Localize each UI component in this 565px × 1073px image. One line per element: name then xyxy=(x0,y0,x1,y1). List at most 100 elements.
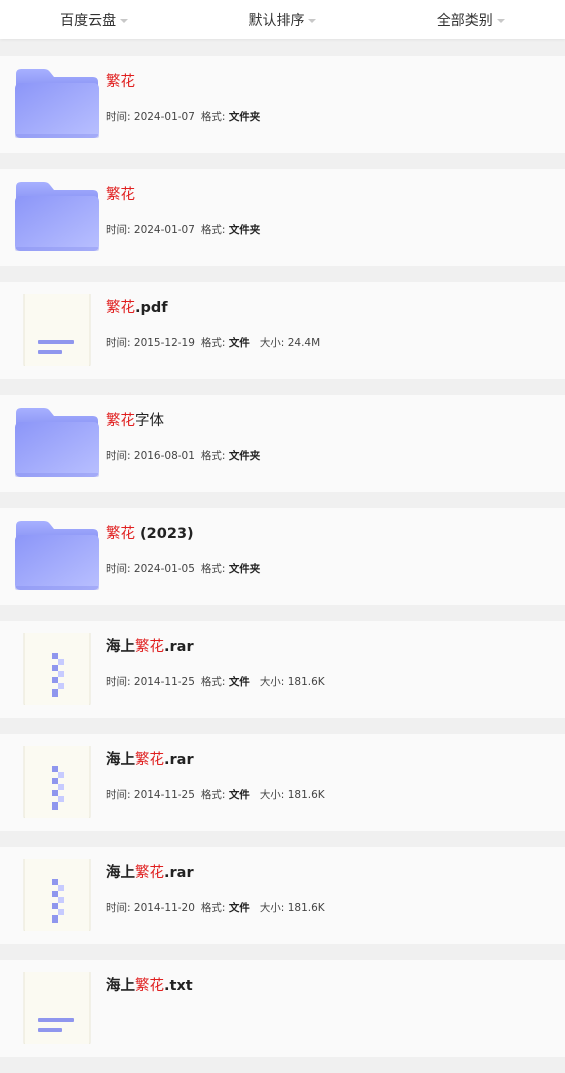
document-icon xyxy=(14,294,100,366)
size-value: 24.4M xyxy=(287,337,321,349)
folder-icon xyxy=(14,407,100,479)
time-label: 时间: xyxy=(106,224,134,236)
result-item[interactable]: 海上繁花.rar 时间: 2014-11-25 格式: 文件 大小: 181.6K xyxy=(0,621,565,718)
title-highlight: 繁花 xyxy=(135,639,164,655)
result-meta: 时间: 2014-11-25 格式: 文件 大小: 181.6K xyxy=(106,787,325,802)
result-meta: 时间: 2016-08-01 格式: 文件夹 xyxy=(106,448,260,463)
filter-source-label: 百度云盘 xyxy=(60,12,117,29)
format-label: 格式: xyxy=(200,902,229,914)
title-suffix: .pdf xyxy=(135,300,168,316)
caret-down-icon xyxy=(308,18,317,23)
title-highlight: 繁花 xyxy=(106,413,135,429)
result-list: 繁花 时间: 2024-01-07 格式: 文件夹 繁花 时间: 2024-01-07 格… xyxy=(0,56,565,1073)
time-value: 2024-01-07 xyxy=(133,224,195,236)
title-suffix: .rar xyxy=(164,639,194,655)
title-highlight: 繁花 xyxy=(106,526,135,542)
title-highlight: 繁花 xyxy=(135,752,164,768)
archive-icon xyxy=(14,746,100,818)
result-meta: 时间: 2014-11-20 格式: 文件 大小: 181.6K xyxy=(106,900,325,915)
format-label: 格式: xyxy=(200,224,229,236)
format-value: 文件 xyxy=(228,676,250,688)
format-value: 文件 xyxy=(228,789,250,801)
archive-icon xyxy=(14,633,100,705)
title-suffix: .rar xyxy=(164,865,194,881)
title-prefix: 海上 xyxy=(106,639,135,655)
title-highlight: 繁花 xyxy=(106,187,135,203)
time-value: 2024-01-07 xyxy=(133,111,195,123)
result-item[interactable]: 繁花.pdf 时间: 2015-12-19 格式: 文件 大小: 24.4M xyxy=(0,282,565,379)
time-label: 时间: xyxy=(106,337,134,349)
size-value: 181.6K xyxy=(287,789,325,801)
document-icon xyxy=(14,972,100,1044)
time-value: 2015-12-19 xyxy=(133,337,195,349)
result-title[interactable]: 繁花 (2023) xyxy=(106,522,194,543)
result-title[interactable]: 海上繁花.txt xyxy=(106,974,193,995)
format-value: 文件夹 xyxy=(228,111,261,123)
title-suffix: .rar xyxy=(164,752,194,768)
format-label: 格式: xyxy=(200,789,229,801)
result-title[interactable]: 繁花 xyxy=(106,183,135,204)
size-label: 大小: xyxy=(259,902,288,914)
title-highlight: 繁花 xyxy=(135,865,164,881)
result-item[interactable]: 海上繁花.rar 时间: 2014-11-25 格式: 文件 大小: 181.6K xyxy=(0,734,565,831)
result-item[interactable]: 繁花时间: 2024-01-07 格式: 文件夹 xyxy=(0,56,565,153)
format-value: 文件 xyxy=(228,902,250,914)
title-prefix: 海上 xyxy=(106,865,135,881)
filter-category-dropdown[interactable]: 全部类别 xyxy=(377,10,565,30)
result-title[interactable]: 海上繁花.rar xyxy=(106,861,194,882)
format-label: 格式: xyxy=(200,563,229,575)
time-value: 2014-11-20 xyxy=(133,902,195,914)
time-label: 时间: xyxy=(106,902,134,914)
title-prefix: 海上 xyxy=(106,978,135,994)
filter-sort-dropdown[interactable]: 默认排序 xyxy=(188,10,376,30)
filter-sort-label: 默认排序 xyxy=(248,12,305,29)
folder-icon xyxy=(14,68,100,140)
result-title[interactable]: 海上繁花.rar xyxy=(106,635,194,656)
archive-icon xyxy=(14,859,100,931)
time-label: 时间: xyxy=(106,563,134,575)
caret-down-icon xyxy=(120,18,129,23)
time-label: 时间: xyxy=(106,789,134,801)
size-value: 181.6K xyxy=(287,676,325,688)
size-label: 大小: xyxy=(259,789,288,801)
size-label: 大小: xyxy=(259,676,288,688)
format-value: 文件夹 xyxy=(228,224,261,236)
title-suffix: (2023) xyxy=(135,526,194,542)
time-value: 2014-11-25 xyxy=(133,789,195,801)
result-item[interactable]: 繁花 (2023) 时间: 2024-01-05 格式: 文件夹 xyxy=(0,508,565,605)
result-title[interactable]: 海上繁花.rar xyxy=(106,748,194,769)
result-meta: 时间: 2014-11-25 格式: 文件 大小: 181.6K xyxy=(106,674,325,689)
title-prefix: 海上 xyxy=(106,752,135,768)
format-label: 格式: xyxy=(200,450,229,462)
result-item[interactable]: 繁花字体时间: 2016-08-01 格式: 文件夹 xyxy=(0,395,565,492)
time-label: 时间: xyxy=(106,450,134,462)
filter-category-label: 全部类别 xyxy=(436,12,493,29)
format-value: 文件 xyxy=(228,337,250,349)
title-suffix: .txt xyxy=(164,978,193,994)
folder-icon xyxy=(14,520,100,592)
title-suffix: 字体 xyxy=(135,413,164,429)
result-item[interactable]: 海上繁花.txt xyxy=(0,960,565,1057)
time-value: 2014-11-25 xyxy=(133,676,195,688)
result-title[interactable]: 繁花 xyxy=(106,70,135,91)
result-meta: 时间: 2024-01-05 格式: 文件夹 xyxy=(106,561,260,576)
filter-bar: 百度云盘 默认排序 全部类别 xyxy=(0,0,565,39)
filter-source-dropdown[interactable]: 百度云盘 xyxy=(0,10,188,30)
result-item[interactable]: 海上繁花.rar 时间: 2014-11-20 格式: 文件 大小: 181.6K xyxy=(0,847,565,944)
title-highlight: 繁花 xyxy=(106,300,135,316)
format-value: 文件夹 xyxy=(228,450,261,462)
format-label: 格式: xyxy=(200,676,229,688)
time-label: 时间: xyxy=(106,111,134,123)
result-meta: 时间: 2024-01-07 格式: 文件夹 xyxy=(106,109,260,124)
caret-down-icon xyxy=(496,18,505,23)
title-highlight: 繁花 xyxy=(106,74,135,90)
result-title[interactable]: 繁花.pdf xyxy=(106,296,168,317)
folder-icon xyxy=(14,181,100,253)
result-meta: 时间: 2015-12-19 格式: 文件 大小: 24.4M xyxy=(106,335,320,350)
format-value: 文件夹 xyxy=(228,563,261,575)
result-item[interactable]: 繁花时间: 2024-01-07 格式: 文件夹 xyxy=(0,169,565,266)
format-label: 格式: xyxy=(200,111,229,123)
time-value: 2024-01-05 xyxy=(133,563,195,575)
title-highlight: 繁花 xyxy=(135,978,164,994)
result-title[interactable]: 繁花字体 xyxy=(106,409,164,430)
